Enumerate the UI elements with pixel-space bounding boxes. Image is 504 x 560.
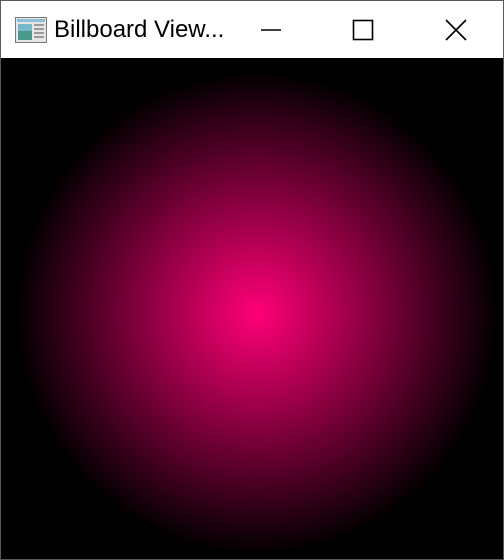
maximize-button[interactable] xyxy=(317,1,409,58)
window-title: Billboard View... xyxy=(54,16,225,43)
minimize-button[interactable] xyxy=(225,1,317,58)
billboard-view-window: Billboard View... xyxy=(0,0,504,560)
close-button[interactable] xyxy=(410,1,502,58)
app-window-icon xyxy=(15,17,47,43)
glowing-sphere xyxy=(13,69,501,557)
maximize-icon xyxy=(352,19,374,40)
close-icon xyxy=(445,18,467,41)
render-viewport[interactable] xyxy=(1,58,503,559)
title-bar[interactable]: Billboard View... xyxy=(1,1,503,58)
minimize-icon xyxy=(261,28,281,31)
